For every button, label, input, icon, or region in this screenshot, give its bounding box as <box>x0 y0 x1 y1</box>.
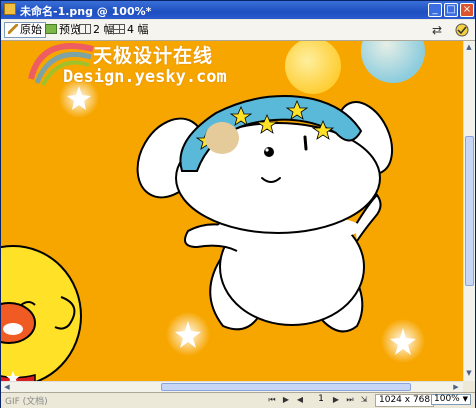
scroll-up-arrow-icon[interactable]: ▲ <box>464 41 474 53</box>
yellow-bubble <box>285 41 341 94</box>
status-bar: GIF (文档) ⏮ ▶ ◀ 1 ▶ ⏭ ⇲ 1024 x 768 100% ▼ <box>1 392 475 408</box>
blue-bubble <box>361 41 425 83</box>
watermark-url: Design.yesky.com <box>63 67 227 87</box>
minimize-button[interactable]: _ <box>428 3 442 17</box>
vertical-scrollbar[interactable]: ▲ ▼ <box>463 41 475 381</box>
horizontal-scrollbar[interactable]: ◀ ▶ <box>1 381 463 392</box>
tab-preview-label: 预览 <box>59 23 81 36</box>
tab-2up-label: 2 幅 <box>93 23 115 36</box>
fireworks-doc-icon <box>4 3 16 15</box>
close-button[interactable]: × <box>460 3 474 17</box>
tab-4up-label: 4 幅 <box>127 23 149 36</box>
tab-original[interactable]: 原始 <box>4 22 46 38</box>
export-icon[interactable]: ⇲ <box>359 395 369 405</box>
vertical-scroll-thumb[interactable] <box>465 136 474 286</box>
image-canvas[interactable]: 天极设计在线 Design.yesky.com <box>1 41 463 381</box>
rotate-icon[interactable]: ⇄ <box>432 23 442 37</box>
tab-2up[interactable]: 2 幅 <box>79 22 115 38</box>
watermark-chinese: 天极设计在线 <box>93 45 214 67</box>
file-format-label: GIF (文档) <box>5 397 48 407</box>
yellow-chick <box>1 245 82 381</box>
horizontal-scroll-thumb[interactable] <box>161 383 411 391</box>
last-frame-icon[interactable]: ⏭ <box>345 395 355 405</box>
zoom-value: 100% <box>434 394 460 404</box>
tab-original-label: 原始 <box>20 23 42 36</box>
web-icon[interactable] <box>454 23 470 40</box>
preview-icon <box>45 24 57 34</box>
title-bar[interactable]: 未命名-1.png @ 100%* _ □ × <box>1 1 475 19</box>
tab-4up[interactable]: 4 幅 <box>113 22 149 38</box>
next-frame-icon[interactable]: ▶ <box>331 395 341 405</box>
tab-preview[interactable]: 预览 <box>45 22 81 38</box>
frame-number: 1 <box>318 394 324 404</box>
view-toolbar: 原始 预览 2 幅 4 幅 ⇄ <box>1 20 475 41</box>
puppy-character <box>136 95 394 333</box>
scrollbar-corner <box>463 381 475 392</box>
canvas-dimensions[interactable]: 1024 x 768 <box>375 394 435 407</box>
zoom-select[interactable]: 100% ▼ <box>431 394 471 405</box>
prev-frame-icon[interactable]: ◀ <box>295 395 305 405</box>
document-window: 未命名-1.png @ 100%* _ □ × 原始 预览 2 幅 4 幅 ⇄ <box>0 0 476 408</box>
four-up-icon <box>113 24 125 34</box>
window-title: 未命名-1.png @ 100%* <box>20 5 152 18</box>
sparkle-star-2 <box>166 312 210 356</box>
pencil-icon <box>8 24 18 34</box>
play-icon[interactable]: ▶ <box>281 395 291 405</box>
maximize-button[interactable]: □ <box>444 3 458 17</box>
two-up-icon <box>79 24 91 34</box>
sparkle-star-3 <box>381 319 425 363</box>
scroll-down-arrow-icon[interactable]: ▼ <box>464 367 474 379</box>
chevron-down-icon: ▼ <box>462 395 468 403</box>
first-frame-icon[interactable]: ⏮ <box>267 395 277 405</box>
